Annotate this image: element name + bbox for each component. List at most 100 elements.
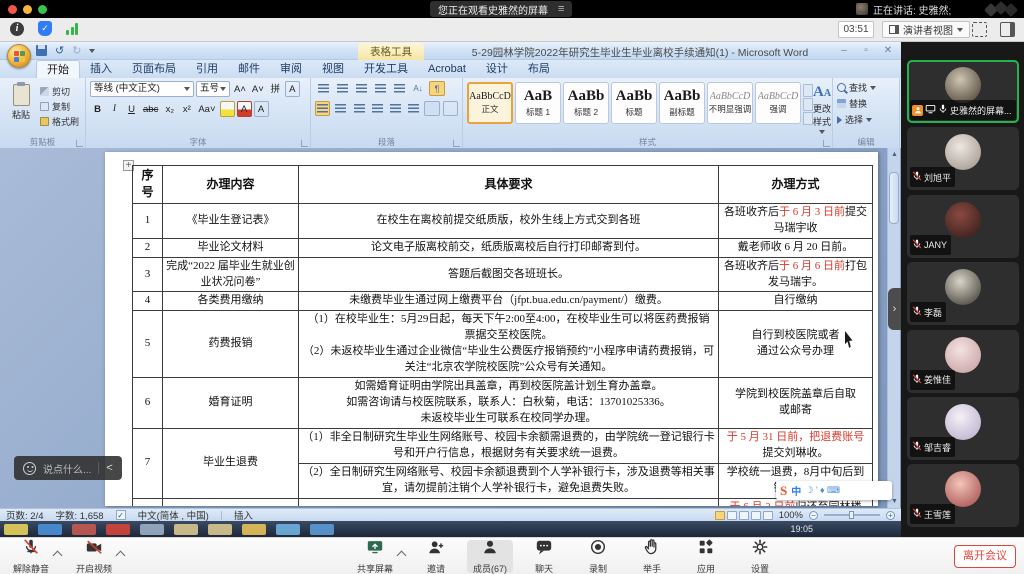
style-card-标题 1[interactable]: AaB标题 1 [515,82,561,124]
toolbar-raise-hand-button[interactable]: 举手 [629,540,675,573]
unmute-menu-caret[interactable] [53,551,63,561]
word-count[interactable]: 字数: 1,658 [56,508,104,522]
ribbon-tab-审阅[interactable]: 审阅 [270,60,312,78]
insert-mode-status[interactable]: 插入 [234,508,253,522]
ime-language-icon[interactable]: 中 [791,483,801,498]
cell-requirement[interactable]: 如需婚育证明由学院出具盖章，再到校医院盖计划生育办盖章。 如需咨询请与校医院联系… [299,378,719,429]
align-right-button[interactable] [352,101,367,116]
cell-method[interactable]: 学院到校医院盖章后自取 或邮寄 [719,378,873,429]
line-spacing-button[interactable] [406,101,421,116]
page-count[interactable]: 页数: 2/4 [6,508,44,522]
cell-no[interactable]: 6 [133,378,163,429]
emoji-icon[interactable] [23,462,36,475]
sogou-logo-icon[interactable]: S [780,483,787,499]
leave-meeting-button[interactable]: 离开会议 [954,545,1016,568]
increase-indent-button[interactable] [391,81,407,96]
chat-quick-bubble[interactable]: 说点什么... < [14,456,122,480]
character-border-button[interactable]: A [254,101,269,117]
ribbon-tab-邮件[interactable]: 邮件 [228,60,270,78]
underline-button[interactable]: U [124,101,139,117]
bold-button[interactable]: B [90,101,105,117]
cell-requirement[interactable]: 在校的同学离校前归还，校外同学的书在校内的，可委托同学归还。确有困难的请联系 [299,498,719,506]
paste-button[interactable]: 粘贴 [6,84,36,132]
ribbon-tab-插入[interactable]: 插入 [80,60,122,78]
toolbar-chat-button[interactable]: 聊天 [521,540,567,573]
cell-content[interactable]: 婚育证明 [163,378,299,429]
align-center-button[interactable] [333,101,348,116]
shrink-font-button[interactable]: A˅ [250,81,266,97]
multilevel-list-button[interactable] [353,81,369,96]
cell-content[interactable]: 完成“2022 届毕业生就业创业状况问卷” [163,257,299,292]
security-shield-icon[interactable]: ✓ [38,21,52,36]
cell-no[interactable]: 7 [133,428,163,498]
dialog-launcher-icon[interactable] [823,140,830,147]
cell-requirement[interactable]: 在校生在离校前提交纸质版，校外生线上方式交到各班 [299,203,719,238]
view-mode-buttons[interactable] [715,511,773,520]
ribbon-tab-设计[interactable]: 设计 [476,60,518,78]
subscript-button[interactable]: x₂ [162,101,177,117]
grow-font-button[interactable]: A˄ [232,81,248,97]
cell-requirement[interactable]: （1）在校毕业生：5月29日起，每天下午2:00至4:00，在校毕业生可以将医药… [299,311,719,378]
word-restore-button[interactable]: ▫ [859,45,873,56]
participant-tile[interactable]: 姜惟佳 [907,330,1019,393]
cell-content[interactable]: 毕业生退费 [163,428,299,498]
zoom-window-button[interactable] [38,5,47,14]
cell-requirement[interactable]: 答题后截图交各班班长。 [299,257,719,292]
undo-icon[interactable]: ↺ [55,44,64,57]
toolbar-start-video-button[interactable]: 开启视频 [71,540,117,573]
change-styles-button[interactable]: AA 更改样式 [813,82,831,136]
toolbar-unmute-button[interactable]: 解除静音 [8,540,54,573]
close-window-button[interactable] [8,5,17,14]
qat-menu-icon[interactable] [89,49,95,53]
format-painter-button[interactable]: 格式刷 [40,115,79,128]
scroll-up-icon[interactable]: ▲ [890,150,899,159]
cell-requirement[interactable]: 论文电子版离校前交，纸质版离校后自行打印邮寄到付。 [299,238,719,257]
ribbon-tab-开发工具[interactable]: 开发工具 [354,60,418,78]
clear-formatting-button[interactable]: A [285,81,300,97]
bullets-button[interactable] [315,81,331,96]
change-case-button[interactable]: Aa˅ [196,101,217,117]
font-name-select[interactable]: 等线 (中文正文) [90,81,194,97]
cell-no[interactable]: 4 [133,292,163,311]
cell-method[interactable]: 自行缴纳 [719,292,873,311]
toolbar-record-button[interactable]: 录制 [575,540,621,573]
style-card-标题 2[interactable]: AaBb标题 2 [563,82,609,124]
style-card-副标题[interactable]: AaBb副标题 [659,82,705,124]
ime-tool-icons[interactable]: ☽ ’ ♦ ⌨ [805,485,840,496]
ribbon-tab-引用[interactable]: 引用 [186,60,228,78]
start-video-menu-caret[interactable] [116,551,126,561]
show-marks-button[interactable]: ¶ [429,81,445,96]
shading-button[interactable] [424,101,439,116]
toolbar-settings-button[interactable]: 设置 [737,540,783,573]
redo-icon[interactable]: ↻ [72,44,81,57]
participant-tile[interactable]: 王雪莲 [907,464,1019,527]
toolbar-share-screen-button[interactable]: 共享屏幕 [352,540,398,573]
zoom-slider-thumb[interactable] [849,511,854,519]
cell-method[interactable]: 于 5 月 31 日前，把退费账号提交刘琳收。 [719,428,873,463]
justify-button[interactable] [370,101,385,116]
copy-button[interactable]: 复制 [40,100,70,113]
cell-no[interactable]: 5 [133,311,163,378]
sort-button[interactable]: A↓ [410,81,426,96]
zoom-level[interactable]: 100% [779,510,803,521]
distribute-button[interactable] [388,101,403,116]
cell-requirement[interactable]: （1）非全日制研究生毕业生网络账号、校园卡余额需退费的，由学院统一登记银行卡号和… [299,428,719,463]
cell-content[interactable]: 各类费用缴纳 [163,292,299,311]
cell-no[interactable]: 8 [133,498,163,506]
toolbar-members-button[interactable]: 成员(67) [467,540,513,573]
style-card-不明显强调[interactable]: AaBbCcD不明显强调 [707,82,753,124]
document-page[interactable]: + 序号办理内容具体要求办理方式 1《毕业生登记表》在校生在离校前提交纸质版，校… [105,152,878,506]
minimize-window-button[interactable] [23,5,32,14]
scrollbar-thumb[interactable] [889,172,899,224]
sidebar-collapse-handle[interactable]: › [888,288,901,330]
table-tools-context-tab[interactable]: 表格工具 [358,43,424,60]
font-size-select[interactable]: 五号 [196,81,230,97]
cell-method[interactable]: 戴老师收 6 月 20 日前。 [719,238,873,257]
toolbar-apps-button[interactable]: 应用 [683,540,729,573]
ribbon-tab-页面布局[interactable]: 页面布局 [122,60,186,78]
zoom-in-icon[interactable]: + [886,511,895,520]
styles-scroll-buttons[interactable] [803,82,813,136]
numbering-button[interactable] [334,81,350,96]
ribbon-tab-Acrobat[interactable]: Acrobat [418,60,476,78]
banner-menu-icon[interactable]: ≡ [558,4,564,14]
